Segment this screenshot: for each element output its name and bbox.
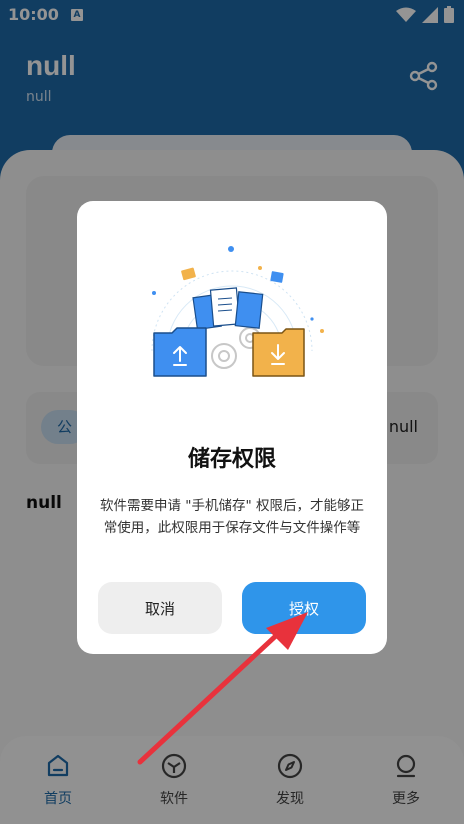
- storage-illustration: [151, 246, 324, 377]
- pointer-arrow-icon: [137, 612, 308, 765]
- dialog-title: 储存权限: [187, 447, 276, 472]
- permission-dialog: 储存权限 软件需要申请 "手机储存" 权限后，才能够正常使用，此权限用于保存文件…: [77, 201, 387, 654]
- dialog-message: 软件需要申请 "手机储存" 权限后，才能够正常使用，此权限用于保存文件与文件操作…: [99, 498, 364, 536]
